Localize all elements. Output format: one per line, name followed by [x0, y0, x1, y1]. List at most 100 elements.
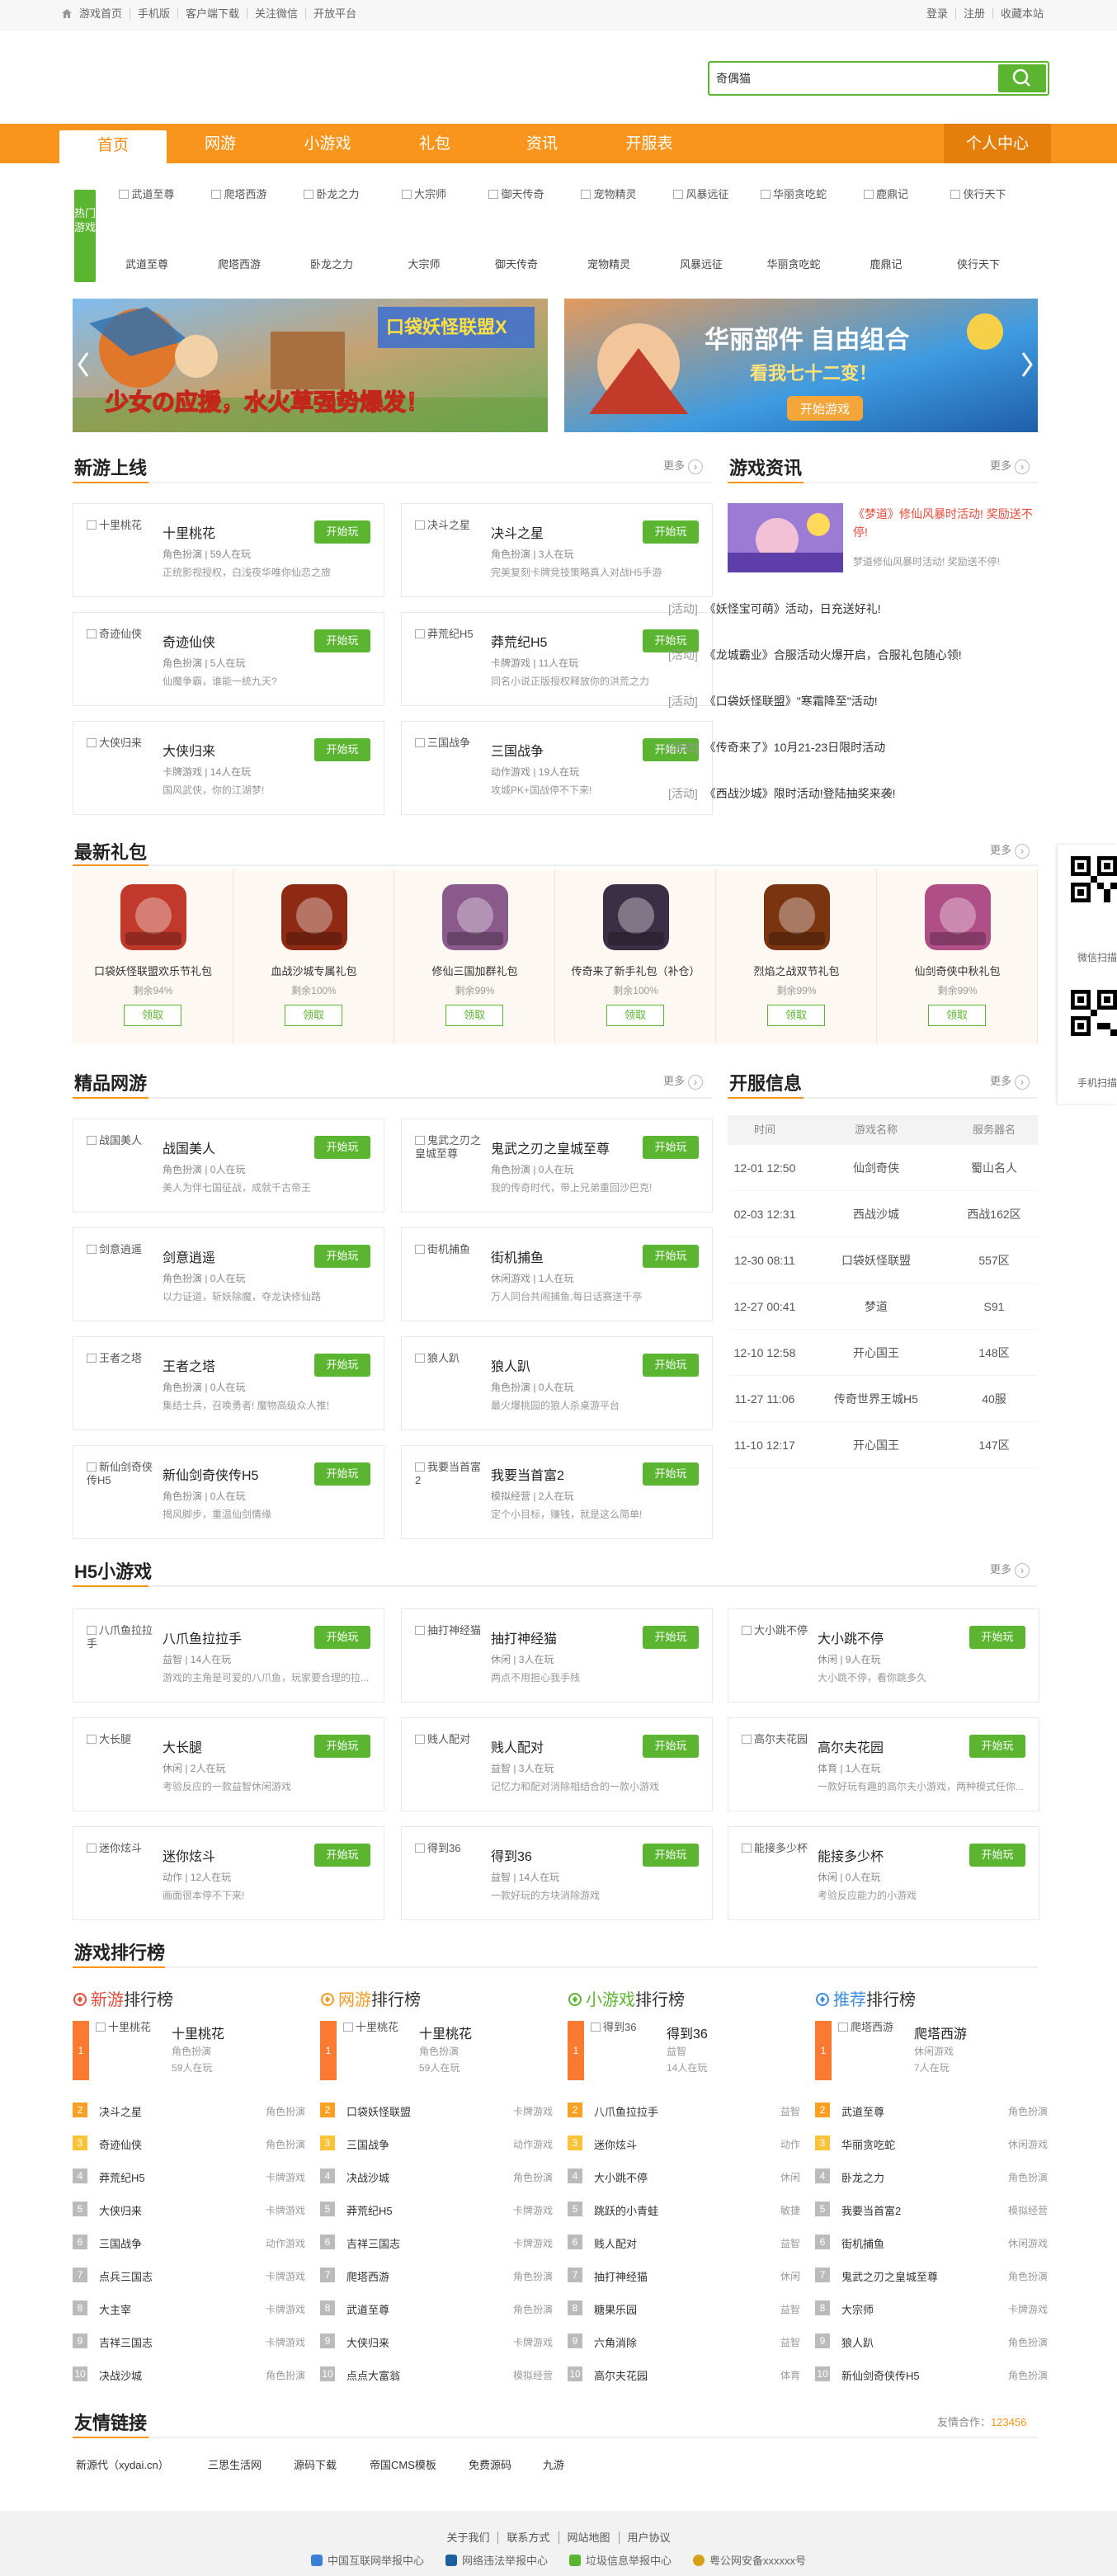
rank-row[interactable]: 3 迷你炫斗 动作: [568, 2135, 800, 2151]
game-card[interactable]: 我要当首富2 我要当首富2 模拟经营 | 2人在玩 定个小目标，赚钱，就是这么简…: [401, 1445, 713, 1539]
start-play-button[interactable]: 开始玩: [643, 1245, 699, 1268]
game-card[interactable]: 大长腿 大长腿 休闲 | 2人在玩 考验反应的一款益智休闲游戏 开始玩: [73, 1717, 384, 1811]
server-game[interactable]: 开心国王: [802, 1330, 950, 1375]
rank-row[interactable]: 8 大主宰 卡牌游戏: [73, 2300, 305, 2316]
rank-row[interactable]: 7 点兵三国志 卡牌游戏: [73, 2267, 305, 2283]
friendly-link[interactable]: 新源代（xydai.cn）: [76, 2456, 169, 2472]
start-play-button[interactable]: 开始玩: [314, 629, 370, 652]
rank-row[interactable]: 10 决战沙城 角色扮演: [73, 2366, 305, 2382]
game-name[interactable]: 三国战争: [491, 740, 544, 760]
game-card[interactable]: 街机捕鱼 街机捕鱼 休闲游戏 | 1人在玩 万人同台共闹捕鱼,每日话赛送千亭 开…: [401, 1227, 713, 1321]
cert-illegal[interactable]: 网络违法举报中心: [445, 2552, 548, 2568]
game-card[interactable]: 奇迹仙侠 奇迹仙侠 角色扮演 | 5人在玩 仙魔争霸，谁能一统九天? 开始玩: [73, 612, 384, 706]
game-name[interactable]: 能接多少杯: [818, 1845, 884, 1865]
claim-gift-button[interactable]: 领取: [124, 1005, 181, 1026]
gift-name[interactable]: 修仙三国加群礼包: [394, 963, 555, 978]
search-input[interactable]: [716, 68, 964, 88]
game-name[interactable]: 战国美人: [163, 1137, 215, 1157]
nav-news[interactable]: 资讯: [488, 124, 596, 163]
game-card[interactable]: 贱人配对 贱人配对 益智 | 3人在玩 记忆力和配对消除相结合的一款小游戏 开始…: [401, 1717, 713, 1811]
footer-contact[interactable]: 联系方式: [497, 2531, 558, 2544]
news-item[interactable]: [活动] 《妖怪宝可萌》活动，日充送好礼!: [668, 600, 1038, 617]
top-link-client[interactable]: 客户端下载: [177, 8, 247, 19]
footer-terms[interactable]: 用户协议: [618, 2531, 679, 2544]
rank-row[interactable]: 6 街机捕鱼 休闲游戏: [815, 2234, 1048, 2250]
rank-row[interactable]: 4 大小跳不停 休闲: [568, 2168, 800, 2184]
claim-gift-button[interactable]: 领取: [285, 1005, 342, 1026]
rank-row[interactable]: 7 抽打神经猫 休闲: [568, 2267, 800, 2283]
claim-gift-button[interactable]: 领取: [767, 1005, 825, 1026]
rank-row[interactable]: 6 三国战争 动作游戏: [73, 2234, 305, 2250]
nav-minigames[interactable]: 小游戏: [274, 124, 381, 163]
rank-row[interactable]: 9 六角消除 益智: [568, 2333, 800, 2349]
bookmark-link[interactable]: 收藏本站: [992, 8, 1051, 19]
hot-game-item[interactable]: 风暴远征 风暴远征: [655, 175, 747, 282]
claim-gift-button[interactable]: 领取: [445, 1005, 503, 1026]
rank-row[interactable]: 3 华丽贪吃蛇 休闲游戏: [815, 2135, 1048, 2151]
game-card[interactable]: 迷你炫斗 迷你炫斗 动作 | 12人在玩 画面很本停不下来! 开始玩: [73, 1826, 384, 1920]
rank-row[interactable]: 5 大侠归来 卡牌游戏: [73, 2201, 305, 2217]
gift-name[interactable]: 血战沙城专属礼包: [233, 963, 394, 978]
cert-spam[interactable]: 垃圾信息举报中心: [569, 2552, 672, 2568]
claim-gift-button[interactable]: 领取: [606, 1005, 664, 1026]
top-link-mobile[interactable]: 手机版: [130, 8, 177, 19]
game-name[interactable]: 八爪鱼拉拉手: [163, 1627, 242, 1647]
server-game[interactable]: 仙剑奇侠: [802, 1145, 950, 1190]
hot-game-item[interactable]: 华丽贪吃蛇 华丽贪吃蛇: [747, 175, 840, 282]
server-game[interactable]: 口袋妖怪联盟: [802, 1237, 950, 1283]
game-name[interactable]: 新仙剑奇侠传H5: [163, 1464, 258, 1484]
game-name[interactable]: 剑意逍遥: [163, 1246, 215, 1266]
rank-row[interactable]: 9 大侠归来 卡牌游戏: [320, 2333, 553, 2349]
start-play-button[interactable]: 开始玩: [314, 1626, 370, 1649]
start-play-button[interactable]: 开始玩: [314, 520, 370, 544]
start-play-button[interactable]: 开始玩: [314, 1136, 370, 1159]
top-link-open[interactable]: 开放平台: [305, 8, 364, 19]
rank-row[interactable]: 2 八爪鱼拉拉手 益智: [568, 2102, 800, 2118]
start-play-button[interactable]: 开始玩: [314, 1735, 370, 1758]
start-play-button[interactable]: 开始玩: [314, 1844, 370, 1867]
game-card[interactable]: 八爪鱼拉拉手 八爪鱼拉拉手 益智 | 14人在玩 游戏的主角是可爱的八爪鱼，玩家…: [73, 1608, 384, 1702]
game-card[interactable]: 王者之塔 王者之塔 角色扮演 | 0人在玩 集结士兵，召唤勇者! 魔物高级众人推…: [73, 1336, 384, 1430]
server-game[interactable]: 传奇世界王城H5: [802, 1376, 950, 1421]
news-more[interactable]: 更多 ›: [990, 457, 1030, 474]
rank-row[interactable]: 8 糖果乐园 益智: [568, 2300, 800, 2316]
game-card[interactable]: 高尔夫花园 高尔夫花园 体育 | 1人在玩 一款好玩有趣的高尔夫小游戏，两种模式…: [728, 1717, 1039, 1811]
game-name[interactable]: 大小跳不停: [818, 1627, 884, 1647]
game-name[interactable]: 决斗之星: [491, 522, 544, 542]
friendly-link[interactable]: 帝国CMS模板: [370, 2456, 436, 2472]
rank-row[interactable]: 5 莽荒纪H5 卡牌游戏: [320, 2201, 553, 2217]
rank-row[interactable]: 2 武道至尊 角色扮演: [815, 2102, 1048, 2118]
hot-game-item[interactable]: 卧龙之力 卧龙之力: [285, 175, 378, 282]
cert-internet[interactable]: 中国互联网举报中心: [310, 2552, 424, 2568]
gift-name[interactable]: 口袋妖怪联盟欢乐节礼包: [73, 963, 233, 978]
rank-row[interactable]: 4 卧龙之力 角色扮演: [815, 2168, 1048, 2184]
banner-1[interactable]: 少女の应援，水火草强势爆发！ 口袋妖怪联盟X: [73, 299, 548, 432]
rank-top-item[interactable]: 1 得到36 得到36 益智 14人在玩: [568, 2021, 800, 2089]
start-play-button[interactable]: 开始玩: [643, 1354, 699, 1377]
gift-game-icon[interactable]: [764, 884, 830, 950]
start-play-button[interactable]: 开始玩: [643, 1735, 699, 1758]
hot-game-item[interactable]: 御天传奇 御天传奇: [470, 175, 563, 282]
friendly-link[interactable]: 三思生活网: [208, 2456, 262, 2472]
start-play-button[interactable]: 开始玩: [643, 1844, 699, 1867]
rank-top-item[interactable]: 1 十里桃花 十里桃花 角色扮演 59人在玩: [73, 2021, 305, 2089]
news-item[interactable]: [活动] 《西战沙城》限时活动!登陆抽奖来袭!: [668, 785, 1038, 802]
gift-name[interactable]: 仙剑奇侠中秋礼包: [877, 963, 1038, 978]
gift-game-icon[interactable]: [925, 884, 991, 950]
nav-home[interactable]: 首页: [59, 130, 167, 163]
rank-row[interactable]: 5 我要当首富2 模拟经营: [815, 2201, 1048, 2217]
rank-row[interactable]: 3 三国战争 动作游戏: [320, 2135, 553, 2151]
banner-2[interactable]: 华丽部件 自由组合 看我七十二变！ 开始游戏: [564, 299, 1038, 432]
game-card[interactable]: 三国战争 三国战争 动作游戏 | 19人在玩 攻城PK+国战停不下来! 开始玩: [401, 721, 713, 815]
game-name[interactable]: 大侠归来: [163, 740, 215, 760]
game-name[interactable]: 贱人配对: [491, 1736, 544, 1756]
game-card[interactable]: 剑意逍遥 剑意逍遥 角色扮演 | 0人在玩 以力证道，斩妖除魔，夺龙诀修仙路 开…: [73, 1227, 384, 1321]
top-link-home[interactable]: 游戏首页: [76, 8, 130, 19]
claim-gift-button[interactable]: 领取: [928, 1005, 986, 1026]
rank-row[interactable]: 2 决斗之星 角色扮演: [73, 2102, 305, 2118]
top-link-wechat[interactable]: 关注微信: [247, 8, 305, 19]
game-card[interactable]: 新仙剑奇侠传H5 新仙剑奇侠传H5 角色扮演 | 0人在玩 揭风脚步，重温仙剑情…: [73, 1445, 384, 1539]
game-card[interactable]: 战国美人 战国美人 角色扮演 | 0人在玩 美人为伴七国征战，成就千古帝王 开始…: [73, 1118, 384, 1213]
game-card[interactable]: 十里桃花 十里桃花 角色扮演 | 59人在玩 正统影视授权，白浅夜华唯你仙恋之旅…: [73, 503, 384, 597]
start-play-button[interactable]: 开始玩: [643, 1462, 699, 1486]
